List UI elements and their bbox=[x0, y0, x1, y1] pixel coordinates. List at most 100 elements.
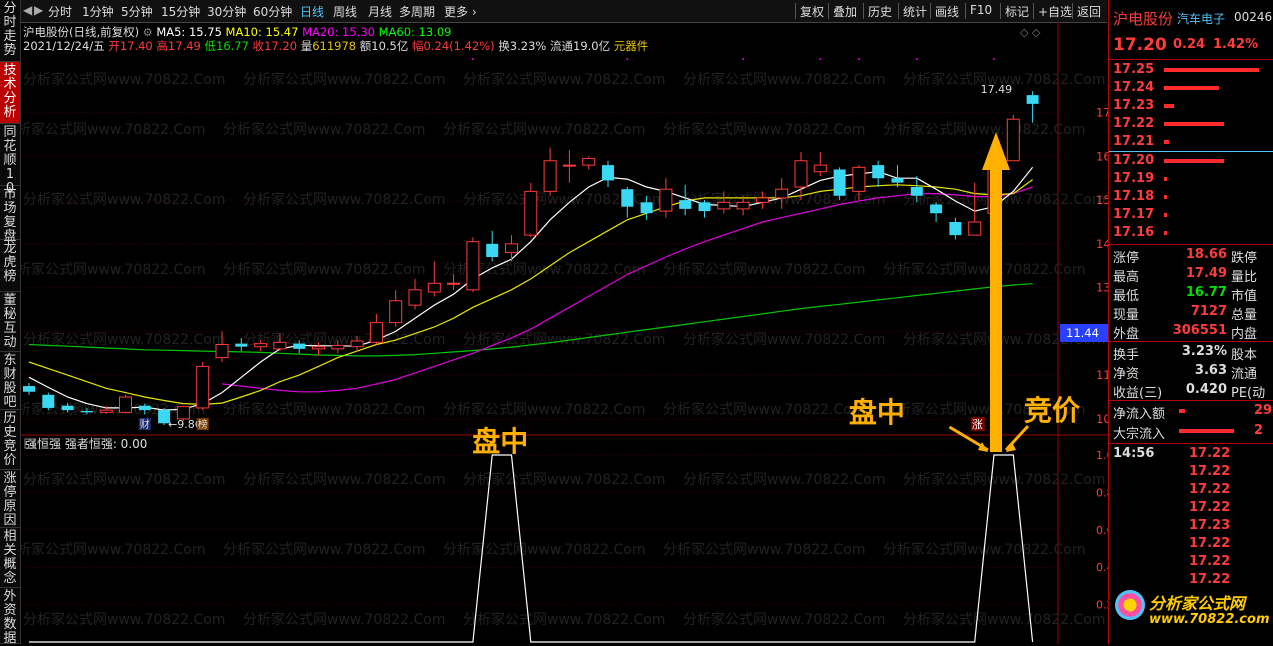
watermark-text: 分析家公式网www.70822.Com bbox=[223, 121, 425, 138]
flow-bar bbox=[1179, 409, 1185, 413]
left-tab-5[interactable]: 董秘互动 bbox=[0, 292, 20, 352]
left-tab-char: 史 bbox=[3, 425, 17, 440]
indicator-tick: 0.60 bbox=[1096, 524, 1108, 537]
ask-volume-bar bbox=[1164, 104, 1174, 108]
toolbar-button-7[interactable]: +自选 bbox=[1038, 3, 1072, 20]
toolbar-menu-icon[interactable]: ◀ bbox=[23, 3, 32, 17]
left-tab-char: 秘 bbox=[3, 307, 17, 322]
watermark-text: 分析家公式网www.70822.Com bbox=[243, 471, 445, 488]
stat-value: 18.66 bbox=[1185, 247, 1227, 262]
candle-body-up bbox=[215, 344, 229, 359]
ask-price: 17.22 bbox=[1113, 116, 1155, 131]
period-tab-8[interactable]: 月线 bbox=[368, 3, 392, 20]
divider bbox=[1109, 443, 1273, 444]
period-tab-3[interactable]: 15分钟 bbox=[161, 3, 200, 20]
left-tab-1[interactable]: 技术分析 bbox=[0, 62, 20, 124]
watermark-text: 分析家公式网www.70822.Com bbox=[223, 261, 425, 278]
mid-label-right: 盘中 bbox=[849, 396, 905, 429]
toolbar-separator bbox=[898, 3, 899, 19]
kline-chart[interactable]: 分析家公式网www.70822.Com 分析家公式网www.70822.Com 分析… bbox=[21, 22, 1108, 644]
stat-key: 净资 bbox=[1113, 367, 1140, 382]
left-tab-char: 关 bbox=[3, 543, 17, 558]
tick-price: 17.22 bbox=[1189, 554, 1231, 569]
left-tab-10[interactable]: 外资数据 bbox=[0, 588, 20, 646]
period-tab-9[interactable]: 多周期 bbox=[399, 3, 435, 20]
left-tab-char: 概 bbox=[3, 557, 17, 572]
left-tab-2[interactable]: 同花顺10 bbox=[0, 124, 20, 196]
watermark-text: 分析家公式网www.70822.Com bbox=[683, 471, 885, 488]
candle-body-down bbox=[23, 386, 35, 392]
candle-body-up bbox=[505, 243, 518, 254]
ask-price: 17.25 bbox=[1113, 62, 1155, 77]
toolbar-button-1[interactable]: 叠加 bbox=[833, 3, 857, 20]
bid-price: 17.19 bbox=[1113, 171, 1155, 186]
period-tab-7[interactable]: 周线 bbox=[333, 3, 357, 20]
candle-body-up bbox=[524, 190, 538, 236]
left-tab-char: 同 bbox=[3, 125, 17, 140]
left-tab-char: 分 bbox=[3, 91, 17, 106]
bid-price: 17.18 bbox=[1113, 189, 1155, 204]
watermark-text: 分析家公式网www.70822.Com bbox=[243, 191, 445, 208]
toolbar-button-2[interactable]: 历史 bbox=[868, 3, 892, 20]
tick-time: 14:56 bbox=[1113, 446, 1155, 461]
toolbar-button-3[interactable]: 统计 bbox=[903, 3, 927, 20]
divider bbox=[1109, 59, 1273, 60]
left-tab-char: 榜 bbox=[3, 269, 17, 284]
toolbar-separator bbox=[795, 3, 796, 19]
period-tab-6[interactable]: 日线 bbox=[300, 3, 324, 20]
period-tab-1[interactable]: 1分钟 bbox=[82, 3, 114, 20]
toolbar-button-0[interactable]: 复权 bbox=[800, 3, 824, 20]
period-tab-4[interactable]: 30分钟 bbox=[207, 3, 246, 20]
candle-body-down bbox=[698, 202, 711, 212]
zhang-badge-text: 涨 bbox=[972, 418, 983, 431]
watermark-text: 分析家公式网www.70822.Com bbox=[463, 471, 665, 488]
ask-volume-bar bbox=[1164, 122, 1224, 126]
flow-bar bbox=[1179, 429, 1234, 433]
period-tab-2[interactable]: 5分钟 bbox=[121, 3, 153, 20]
left-tab-char: 资 bbox=[3, 603, 17, 618]
candle-body-up bbox=[447, 282, 461, 285]
period-tab-0[interactable]: 分时 bbox=[48, 3, 72, 20]
watermark-text: 分析家公式网www.70822.Com bbox=[463, 71, 665, 88]
annotations: 17.49←9.86财榜盘中盘中 竞价涨 bbox=[138, 58, 1081, 458]
candle-body-up bbox=[312, 346, 325, 350]
toolbar-separator bbox=[828, 3, 829, 19]
toolbar-separator bbox=[1000, 3, 1001, 19]
toolbar-button-8[interactable]: 返回 bbox=[1077, 3, 1101, 20]
left-tab-char: 分 bbox=[3, 1, 17, 16]
watermark-text: 分析家公式网www.70822.Com bbox=[23, 191, 225, 208]
toolbar-button-6[interactable]: 标记 bbox=[1005, 3, 1029, 20]
ask-volume-bar bbox=[1164, 140, 1169, 144]
watermark-text: 分析家公式网www.70822.Com bbox=[463, 611, 665, 628]
bang-badge-text: 榜 bbox=[198, 418, 208, 431]
left-tab-0[interactable]: 分时走势 bbox=[0, 0, 20, 62]
watermark-text: 分析家公式网www.70822.Com bbox=[683, 331, 885, 348]
candle-body-down bbox=[872, 165, 885, 179]
period-tab-5[interactable]: 60分钟 bbox=[253, 3, 292, 20]
left-tab-8[interactable]: 涨停原因 bbox=[0, 470, 20, 528]
indicator-tick: 1.00 bbox=[1096, 449, 1108, 462]
left-tab-6[interactable]: 东财股吧 bbox=[0, 352, 20, 410]
candle-body-up bbox=[659, 188, 673, 212]
signal-dot bbox=[993, 58, 995, 60]
toolbar-separator bbox=[1033, 3, 1034, 19]
candle-body-up bbox=[775, 188, 789, 199]
left-tab-4[interactable]: 龙虎榜 bbox=[0, 240, 20, 292]
stat-key-2: PE(动 bbox=[1231, 386, 1266, 401]
cai-badge-text: 财 bbox=[140, 418, 150, 431]
bid-volume-bar bbox=[1164, 213, 1167, 217]
toolbar-button-4[interactable]: 画线 bbox=[935, 3, 959, 20]
toolbar-next-icon[interactable]: ▶ bbox=[34, 3, 43, 17]
left-tab-3[interactable]: 市场复盘 bbox=[0, 186, 20, 244]
period-tab-10[interactable]: 更多 › bbox=[444, 3, 477, 20]
stat-key: 最高 bbox=[1113, 270, 1140, 285]
watermark-text: 分析家公式网www.70822.Com bbox=[21, 261, 205, 278]
arrow-right-icon bbox=[1004, 424, 1030, 452]
bid-price: 17.20 bbox=[1113, 153, 1155, 168]
quote-sector-tag: 汽车电子 bbox=[1177, 12, 1226, 26]
left-tab-7[interactable]: 历史竞价 bbox=[0, 410, 20, 470]
bid-price: 17.17 bbox=[1113, 207, 1155, 222]
signal-dot bbox=[626, 58, 629, 60]
toolbar-button-5[interactable]: F10 bbox=[970, 3, 992, 17]
left-tab-9[interactable]: 相关概念 bbox=[0, 528, 20, 588]
